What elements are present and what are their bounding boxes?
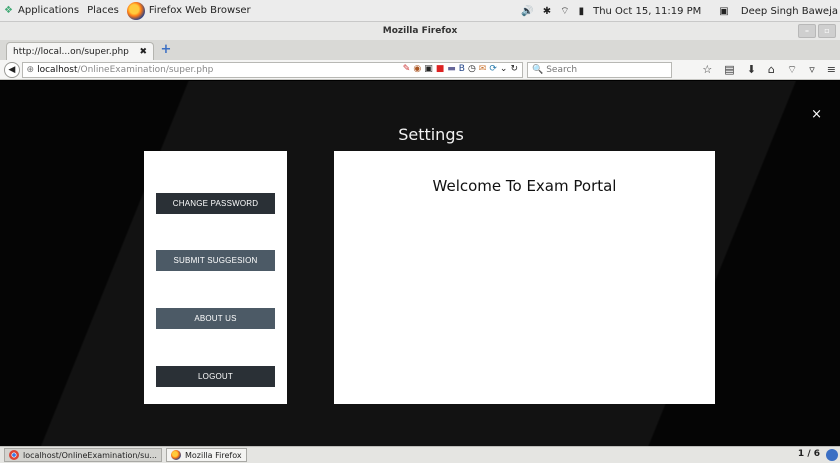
tab-super-php[interactable]: http://local...on/super.php ✖ [6, 42, 154, 60]
firefox-icon [170, 450, 181, 460]
page-content: × Settings CHANGE PASSWORD SUBMIT SUGGES… [0, 81, 840, 446]
welcome-heading: Welcome To Exam Portal [432, 177, 617, 195]
places-label: Places [87, 5, 119, 16]
tab-bar: http://local...on/super.php ✖ + [0, 40, 840, 60]
toolbar-icons: ☆ ▤ ⬇ ⌂ ⌔ ▿ ≡ [690, 63, 836, 77]
window-controls: – ▫ [796, 24, 836, 38]
reading-list-icon[interactable]: ▤ [724, 63, 734, 76]
workspace-icon[interactable] [826, 449, 838, 461]
php-addon-icon[interactable]: ▬ [447, 64, 456, 74]
dropdown-chevron-icon[interactable]: ⌄ [500, 64, 508, 74]
new-tab-icon[interactable]: + [158, 43, 174, 59]
red-addon-icon[interactable]: ■ [436, 64, 445, 74]
about-us-button[interactable]: ABOUT US [156, 308, 275, 329]
download-icon[interactable]: ⬇ [747, 63, 756, 76]
url-host: localhost [37, 64, 78, 75]
system-tray: 🔊 ✱ ⌔ ▮ Thu Oct 15, 11:19 PM ▣ Deep Sing… [512, 0, 838, 22]
sync-addon-icon[interactable]: ⟳ [489, 64, 497, 74]
gnome-top-bar: ❖ Applications Places Firefox Web Browse… [0, 0, 840, 22]
battery-icon[interactable]: ▮ [579, 6, 585, 17]
pocket-icon[interactable]: ⌔ [787, 63, 797, 77]
chrome-icon [9, 450, 19, 460]
reload-icon[interactable]: ↻ [510, 64, 518, 74]
wifi-icon[interactable]: ⌔ [560, 5, 569, 18]
user-menu[interactable]: ▣ Deep Singh Baweja [710, 6, 838, 17]
taskbar-item-label: Mozilla Firefox [184, 450, 242, 460]
globe-icon: ⊕ [26, 64, 35, 75]
applications-label: Applications [18, 5, 80, 16]
active-app-menu[interactable]: Firefox Web Browser [126, 1, 251, 20]
maximize-icon[interactable]: ▫ [818, 24, 836, 38]
submit-suggestion-button[interactable]: SUBMIT SUGGESION [156, 250, 275, 271]
workspace-pager[interactable]: 1 / 6 [798, 449, 820, 459]
taskbar-item-firefox[interactable]: Mozilla Firefox [165, 448, 247, 462]
search-input[interactable] [546, 64, 667, 75]
search-bar[interactable]: 🔍 [526, 61, 673, 78]
welcome-panel: Welcome To Exam Portal [334, 151, 715, 404]
applications-menu[interactable]: ❖ Applications [4, 5, 79, 16]
tab-label: http://local...on/super.php [13, 46, 129, 57]
clock[interactable]: Thu Oct 15, 11:19 PM [593, 6, 701, 17]
settings-title: Settings [398, 125, 464, 144]
change-password-button[interactable]: CHANGE PASSWORD [156, 193, 275, 214]
taskbar-item-localhost[interactable]: localhost/OnlineExamination/su... [4, 448, 162, 462]
minimize-icon[interactable]: – [798, 24, 816, 38]
url-path: /OnlineExamination/super.php [77, 64, 214, 75]
settings-menu-panel: CHANGE PASSWORD SUBMIT SUGGESION ABOUT U… [144, 151, 287, 404]
search-icon: 🔍 [531, 64, 544, 75]
active-app-label: Firefox Web Browser [148, 5, 251, 16]
logout-button[interactable]: LOGOUT [156, 366, 275, 387]
window-title: Mozilla Firefox [382, 26, 458, 36]
taskbar: localhost/OnlineExamination/su... Mozill… [0, 446, 840, 463]
close-tab-icon[interactable]: ✖ [139, 47, 147, 57]
pencil-addon-icon[interactable]: ✎ [403, 64, 411, 74]
firefox-icon [126, 1, 145, 20]
back-arrow-icon[interactable]: ◀ [4, 61, 20, 78]
window-title-bar: Mozilla Firefox – ▫ [0, 22, 840, 40]
screenshot-addon-icon[interactable]: ▣ [424, 64, 433, 74]
close-icon[interactable]: × [811, 107, 822, 122]
hamburger-menu-icon[interactable]: ≡ [827, 63, 836, 76]
volume-icon[interactable]: 🔊 [521, 6, 533, 17]
addon-icons: ✎ ◉ ▣ ■ ▬ B ◷ ✉ ⟳ ⌄ ↻ [400, 64, 518, 74]
b-addon-icon[interactable]: B [459, 64, 465, 74]
addon-menu-icon[interactable]: ▿ [809, 63, 815, 76]
bluetooth-icon[interactable]: ✱ [543, 6, 551, 17]
user-name: Deep Singh Baweja [740, 5, 838, 17]
places-menu[interactable]: Places [87, 5, 119, 16]
home-icon[interactable]: ⌂ [768, 63, 775, 76]
eye-addon-icon[interactable]: ◉ [413, 64, 421, 74]
bookmark-star-icon[interactable]: ☆ [702, 63, 712, 76]
navigation-bar: ◀ ⊕ localhost /OnlineExamination/super.p… [0, 60, 840, 80]
taskbar-item-label: localhost/OnlineExamination/su... [23, 450, 157, 460]
applications-icon: ❖ [4, 4, 13, 16]
mail-addon-icon[interactable]: ✉ [479, 64, 487, 74]
url-bar[interactable]: ⊕ localhost /OnlineExamination/super.php… [21, 61, 523, 78]
clock-addon-icon[interactable]: ◷ [468, 64, 476, 74]
user-icon: ▣ [719, 5, 729, 17]
